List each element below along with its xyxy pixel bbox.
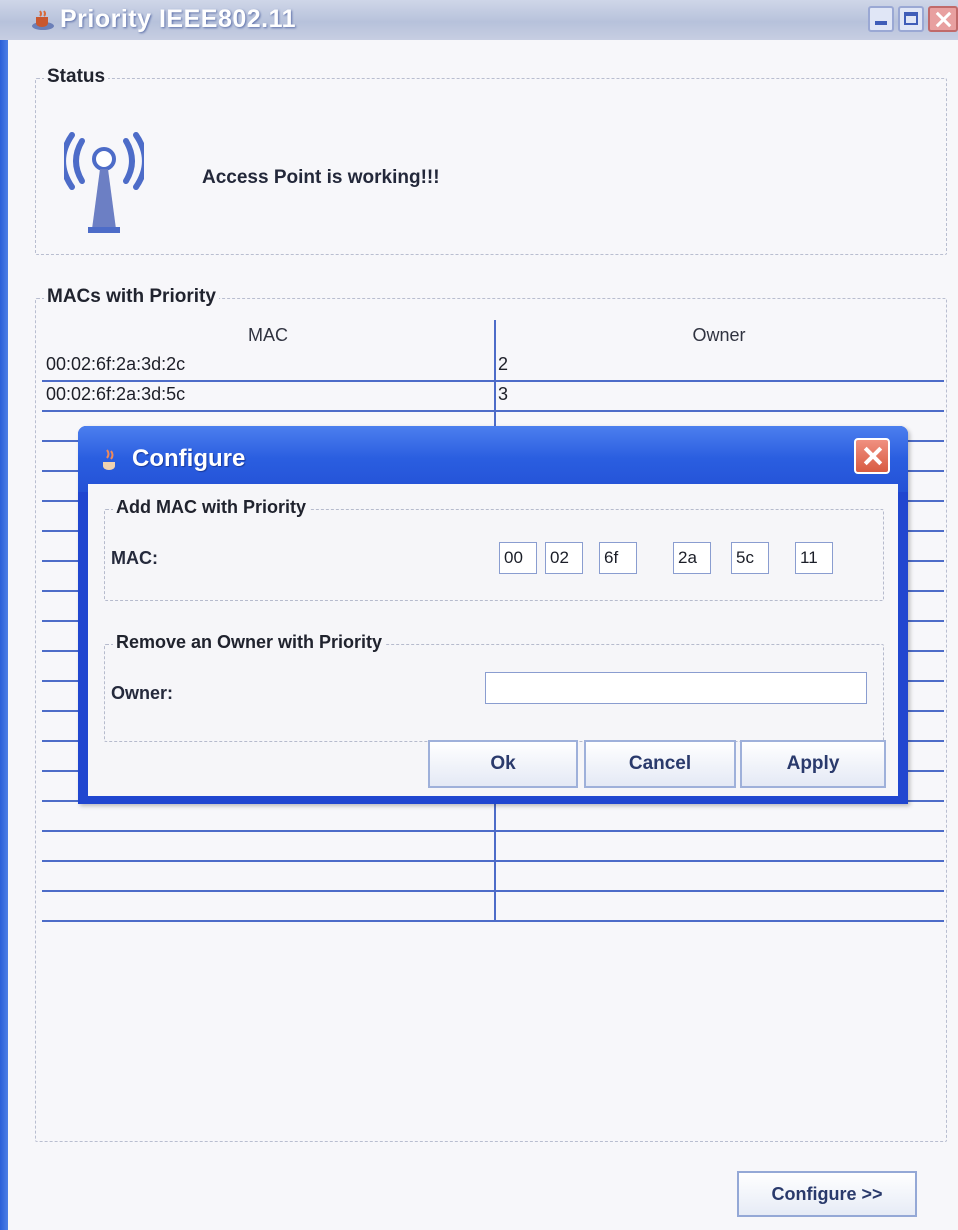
table-row[interactable]: [42, 860, 944, 892]
ok-button[interactable]: Ok: [428, 740, 578, 788]
window-title: Priority IEEE802.11: [60, 5, 297, 33]
apply-button[interactable]: Apply: [740, 740, 886, 788]
mac-octet-3[interactable]: 6f: [599, 542, 637, 574]
owner-cell: 3: [498, 384, 509, 404]
maximize-button[interactable]: [898, 6, 924, 32]
wireless-antenna-icon: [64, 132, 144, 233]
add-mac-group: Add MAC with Priority MAC: 00 02 6f 2a 5…: [104, 497, 884, 601]
status-message: Access Point is working!!!: [202, 167, 440, 188]
owner-label: Owner:: [111, 683, 174, 703]
close-button[interactable]: [928, 6, 958, 32]
table-row[interactable]: [42, 830, 944, 862]
configure-dialog: Configure Add MAC with Priority MAC: 00 …: [78, 426, 908, 804]
mac-octet-1[interactable]: 00: [499, 542, 537, 574]
main-titlebar[interactable]: Priority IEEE802.11: [0, 0, 958, 40]
mac-label: MAC:: [111, 548, 158, 568]
mac-cell: 00:02:6f:2a:3d:5c: [46, 384, 186, 404]
owner-cell: 2: [498, 354, 509, 374]
dialog-title: Configure: [132, 445, 246, 472]
dialog-close-button[interactable]: [854, 438, 890, 474]
column-header-owner[interactable]: Owner: [494, 320, 944, 350]
minimize-button[interactable]: [868, 6, 894, 32]
java-cup-icon: [32, 10, 54, 30]
dialog-body: Add MAC with Priority MAC: 00 02 6f 2a 5…: [88, 484, 898, 796]
remove-owner-group-title: Remove an Owner with Priority: [113, 632, 386, 653]
mac-octet-4[interactable]: 2a: [673, 542, 711, 574]
mac-octet-5[interactable]: 5c: [731, 542, 769, 574]
table-row[interactable]: 00:02:6f:2a:3d:5c 3: [42, 380, 944, 412]
dialog-titlebar[interactable]: Configure: [78, 426, 908, 492]
table-row[interactable]: [42, 890, 944, 922]
cancel-button[interactable]: Cancel: [584, 740, 736, 788]
add-mac-group-title: Add MAC with Priority: [113, 497, 309, 518]
remove-owner-group: Remove an Owner with Priority Owner:: [104, 632, 884, 742]
mac-octet-2[interactable]: 02: [545, 542, 583, 574]
status-group: Status Access Point is working!!!: [35, 66, 947, 255]
table-row[interactable]: [42, 800, 944, 832]
status-group-title: Status: [44, 66, 109, 88]
mac-octet-6[interactable]: 11: [795, 542, 833, 574]
table-row[interactable]: 00:02:6f:2a:3d:2c 2: [42, 350, 944, 382]
column-header-mac[interactable]: MAC: [42, 320, 494, 350]
macs-group-title: MACs with Priority: [44, 286, 219, 308]
owner-input[interactable]: [485, 672, 867, 704]
configure-button[interactable]: Configure >>: [737, 1171, 917, 1217]
java-cup-icon: [103, 449, 115, 470]
mac-cell: 00:02:6f:2a:3d:2c: [46, 354, 186, 374]
